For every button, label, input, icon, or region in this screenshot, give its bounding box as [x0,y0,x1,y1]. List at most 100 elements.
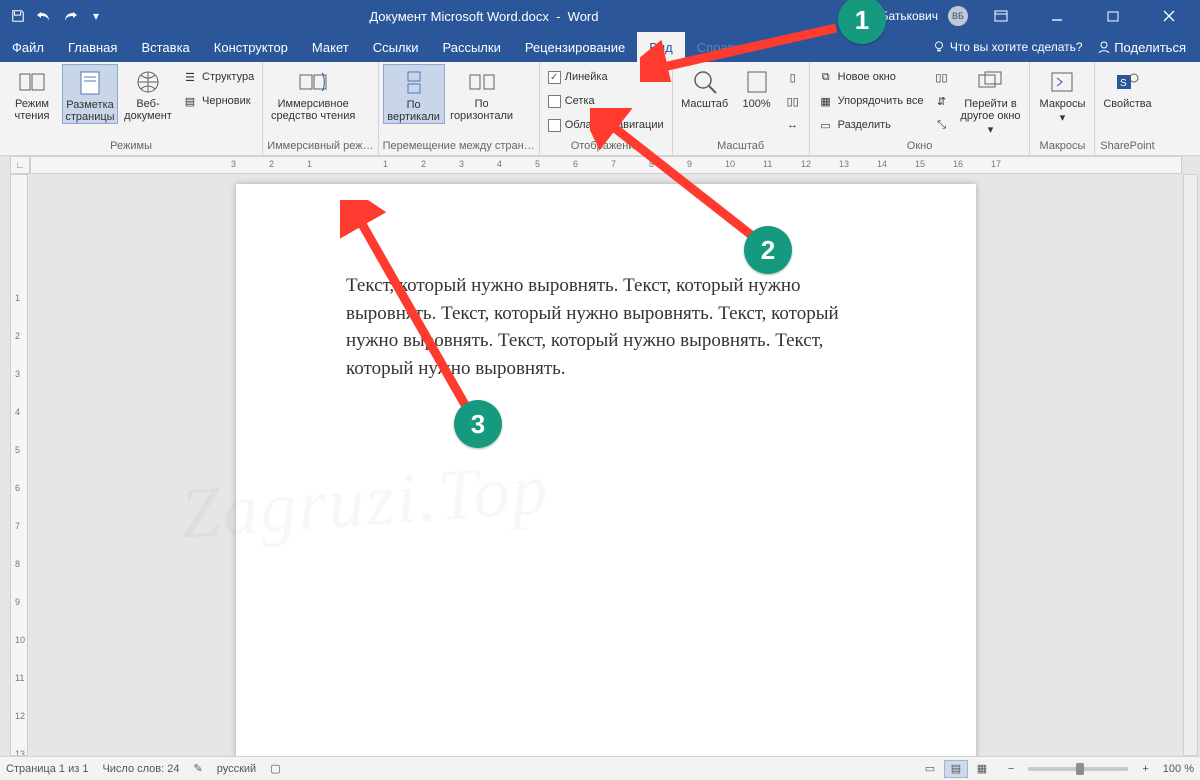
vertical-ruler[interactable]: 1234567891011121314 [10,174,28,756]
tab-references[interactable]: Ссылки [361,32,431,62]
page-width-button[interactable]: ↔ [781,114,805,136]
print-layout-view-button[interactable]: ▤ [944,760,968,778]
zoom-100-button[interactable]: 100% [735,64,779,110]
group-immersive: Иммерсивное средство чтения Иммерсивный … [263,62,378,155]
checkbox-icon [548,119,561,132]
sync-scroll-icon: ⇵ [933,93,949,109]
draft-button[interactable]: ▤Черновик [178,90,258,112]
group-macros: Макросы ▾ Макросы [1030,62,1095,155]
reset-position-button[interactable]: ⤡ [929,114,953,136]
tell-me-placeholder: Что вы хотите сделать? [950,40,1083,54]
draft-icon: ▤ [182,93,198,109]
group-show: ✓Линейка Сетка Область навигации Отображ… [540,62,673,155]
status-word-count[interactable]: Число слов: 24 [102,763,179,775]
window-title: Документ Microsoft Word.docx - Word [104,9,864,24]
group-window: ⧉Новое окно ▦Упорядочить все ▭Разделить … [810,62,1031,155]
tab-help[interactable]: Справка [685,32,760,62]
document-workspace: ∟ 3211234567891011121314151617 123456789… [0,156,1200,756]
switch-windows-button[interactable]: Перейти в другое окно ▾ [955,64,1025,136]
outline-icon: ☰ [182,69,198,85]
tab-view[interactable]: Вид [637,32,685,62]
tab-review[interactable]: Рецензирование [513,32,637,62]
view-mode-buttons: ▭ ▤ ▦ [918,760,994,778]
document-text: Текст, который нужно выровнять. Текст, к… [346,275,839,379]
proofing-icon[interactable]: ✎ [194,762,203,775]
tab-insert[interactable]: Вставка [129,32,201,62]
callout-3: 3 [454,400,502,448]
reset-pos-icon: ⤡ [933,117,949,133]
print-layout-button[interactable]: Разметка страницы [62,64,118,124]
book-open-icon [16,68,48,96]
undo-button[interactable] [36,8,52,24]
titlebar: ▾ Документ Microsoft Word.docx - Word ий… [0,0,1200,32]
group-views: Режим чтения Разметка страницы Веб-докум… [0,62,263,155]
navpane-checkbox[interactable]: Область навигации [544,114,668,136]
maximize-button[interactable] [1090,0,1136,32]
quick-access-toolbar: ▾ [10,8,104,24]
new-window-button[interactable]: ⧉Новое окно [814,66,928,88]
page-width-icon: ↔ [785,117,801,133]
close-button[interactable] [1146,0,1192,32]
sharepoint-icon: S [1111,68,1143,96]
new-window-icon: ⧉ [818,69,834,85]
share-button[interactable]: Поделиться [1091,40,1192,55]
one-page-icon: ▯ [785,69,801,85]
status-language[interactable]: русский [217,763,256,775]
immersive-reader-button[interactable]: Иммерсивное средство чтения [267,64,359,122]
redo-button[interactable] [62,8,78,24]
tab-file[interactable]: Файл [0,32,56,62]
zoom-button[interactable]: Масштаб [677,64,733,110]
ruler-corner[interactable]: ∟ [10,156,30,174]
macro-record-icon[interactable]: ▢ [270,762,280,775]
group-sharepoint: S Свойства SharePoint [1095,62,1159,155]
properties-button[interactable]: S Свойства [1099,64,1155,110]
document-page[interactable]: Текст, который нужно выровнять. Текст, к… [236,184,976,756]
web-layout-button[interactable]: Веб-документ [120,64,176,122]
svg-text:S: S [1120,78,1127,89]
tab-home[interactable]: Главная [56,32,129,62]
side-by-side-icon: ▯▯ [933,69,949,85]
page-scroll-area[interactable]: Текст, который нужно выровнять. Текст, к… [30,174,1182,756]
multi-page-button[interactable]: ▯▯ [781,90,805,112]
minimize-button[interactable] [1034,0,1080,32]
read-mode-view-button[interactable]: ▭ [918,760,942,778]
zoom-in-button[interactable]: + [1142,763,1148,775]
outline-button[interactable]: ☰Структура [178,66,258,88]
view-side-by-side-button[interactable]: ▯▯ [929,66,953,88]
tell-me-search[interactable]: Что вы хотите сделать? [932,40,1083,54]
horizontal-ruler[interactable]: 3211234567891011121314151617 [30,156,1182,174]
status-page[interactable]: Страница 1 из 1 [6,763,88,775]
tab-mailings[interactable]: Рассылки [430,32,512,62]
vertical-scrollbar[interactable] [1183,174,1198,756]
multi-page-icon: ▯▯ [785,93,801,109]
ruler-checkbox[interactable]: ✓Линейка [544,66,668,88]
zoom-level[interactable]: 100 % [1163,763,1194,775]
vertical-button[interactable]: По вертикали [383,64,445,124]
qat-customize[interactable]: ▾ [88,8,104,24]
avatar[interactable]: ВБ [948,6,968,26]
checkbox-checked-icon: ✓ [548,71,561,84]
read-mode-button[interactable]: Режим чтения [4,64,60,122]
zoom-out-button[interactable]: − [1008,763,1014,775]
lightbulb-icon [932,40,946,54]
ribbon-display-options[interactable] [978,0,1024,32]
horizontal-button[interactable]: По горизонтали [447,64,517,122]
arrange-icon: ▦ [818,93,834,109]
macros-button[interactable]: Макросы ▾ [1034,64,1090,124]
callout-2: 2 [744,226,792,274]
group-page-movement: По вертикали По горизонтали Перемещение … [379,62,540,155]
tab-layout[interactable]: Макет [300,32,361,62]
split-button[interactable]: ▭Разделить [814,114,928,136]
zoom-slider-thumb[interactable] [1076,763,1084,775]
one-page-button[interactable]: ▯ [781,66,805,88]
sync-scroll-button[interactable]: ⇵ [929,90,953,112]
tab-design[interactable]: Конструктор [202,32,300,62]
arrange-all-button[interactable]: ▦Упорядочить все [814,90,928,112]
gridlines-checkbox[interactable]: Сетка [544,90,668,112]
app-name: Word [568,9,599,24]
web-layout-view-button[interactable]: ▦ [970,760,994,778]
doc-name: Документ Microsoft Word.docx [369,9,549,24]
save-button[interactable] [10,8,26,24]
macros-icon [1046,68,1078,96]
zoom-slider[interactable] [1028,767,1128,771]
